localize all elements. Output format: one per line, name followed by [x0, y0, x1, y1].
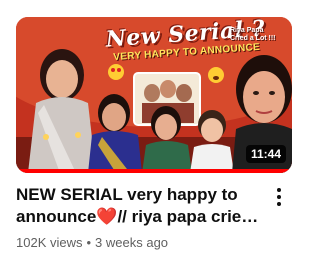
video-metadata: 102K views • 3 weeks ago [16, 235, 168, 250]
meta-separator: • [86, 235, 92, 250]
more-options-button[interactable] [272, 186, 286, 208]
video-title[interactable]: NEW SERIAL very happy to announce❤️// ri… [16, 184, 260, 228]
corner-caption: Riya Papa Cried a Lot !!! [230, 27, 276, 43]
watch-progress-bar [16, 169, 292, 173]
duration-badge: 11:44 [245, 145, 286, 163]
upload-age: 3 weeks ago [95, 235, 169, 250]
watch-progress-fill [16, 169, 292, 173]
video-card[interactable]: New Serial ? VERY HAPPY TO ANNOUNCE Riya… [0, 0, 300, 264]
more-vert-icon [277, 188, 281, 206]
view-count: 102K views [16, 235, 83, 250]
video-thumbnail[interactable]: New Serial ? VERY HAPPY TO ANNOUNCE Riya… [16, 17, 292, 173]
